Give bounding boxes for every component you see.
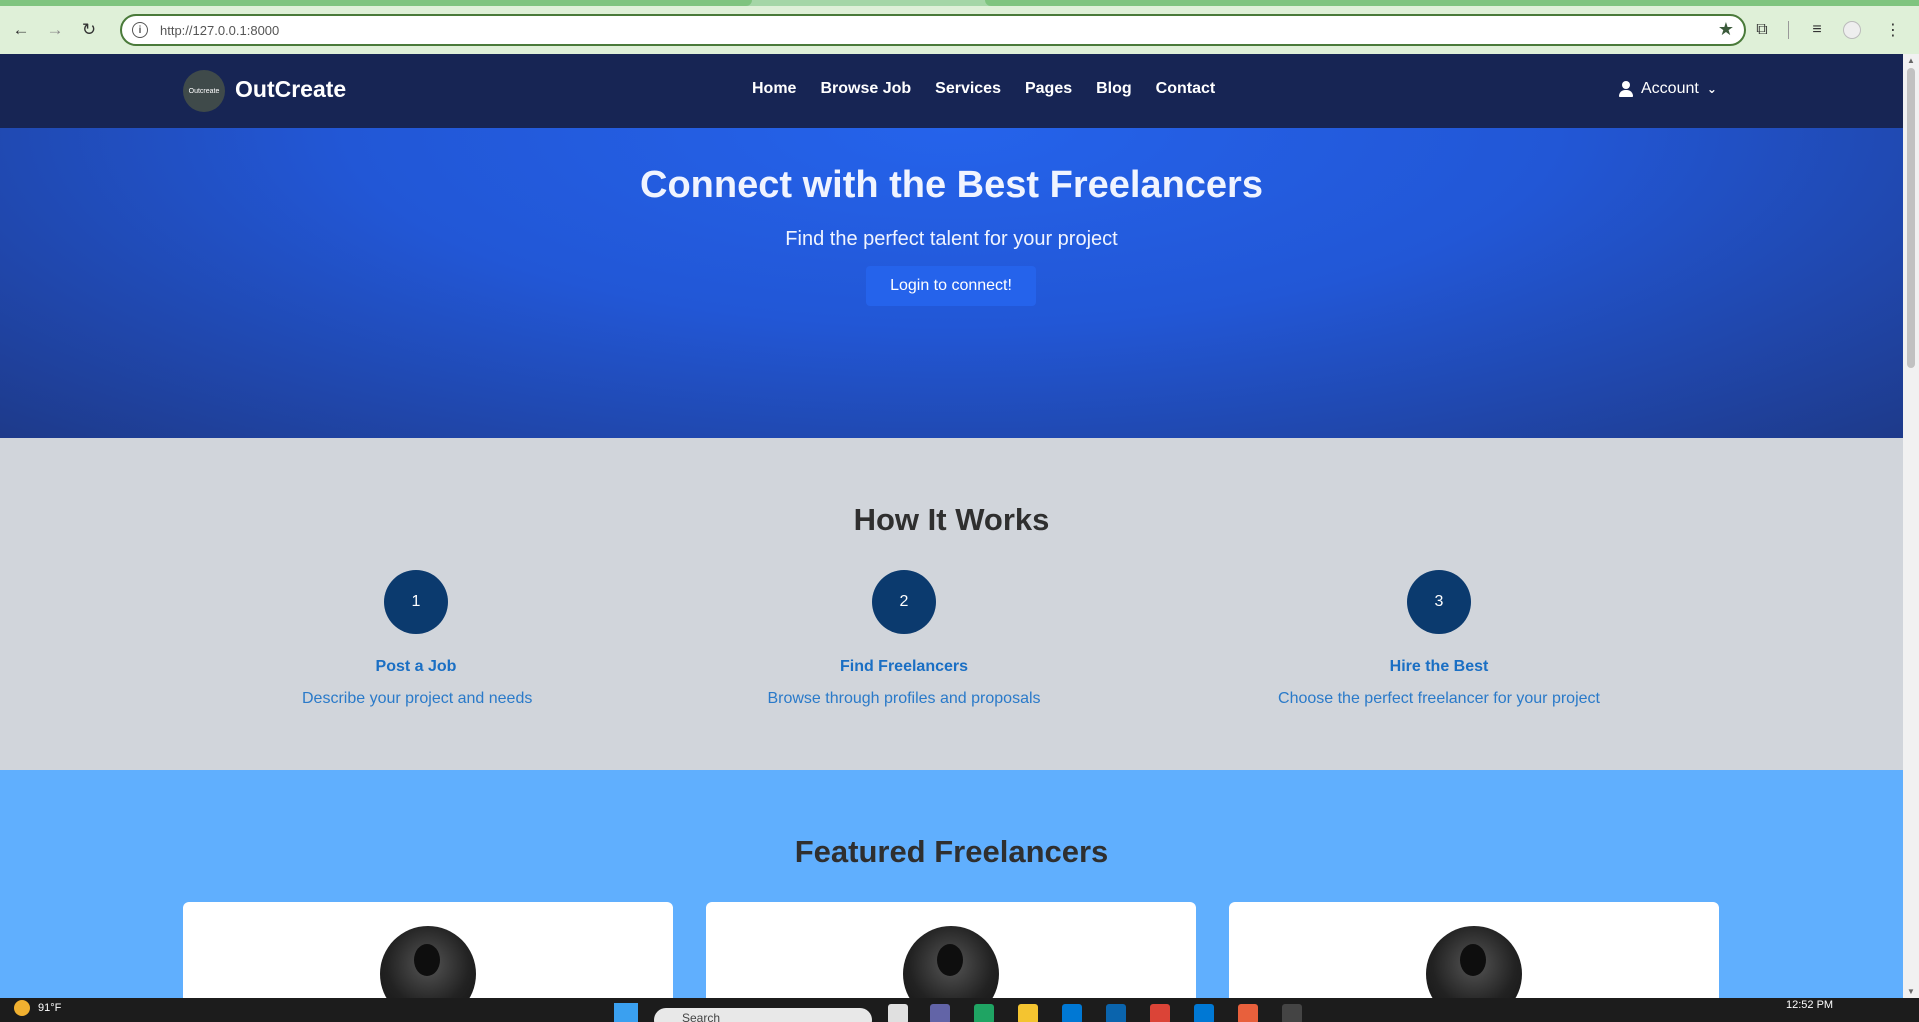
page-scrollbar[interactable]: ▲ ▼ (1903, 54, 1919, 998)
nav-home[interactable]: Home (752, 80, 796, 98)
step-number: 2 (872, 570, 936, 634)
step-description: Browse through profiles and proposals (767, 690, 1041, 707)
logo-text: Outcreate (188, 87, 220, 95)
browser-toolbar: ← → ↻ i http://127.0.0.1:8000 ★ ⧉ ≡ ⋮ (0, 6, 1919, 54)
step-description: Choose the perfect freelancer for your p… (1278, 690, 1600, 707)
step-title: Find Freelancers (839, 658, 969, 675)
chrome-icon[interactable] (1150, 1004, 1170, 1022)
how-it-works-section: How It Works 1 Post a Job Describe your … (0, 438, 1903, 770)
section-title: Featured Freelancers (794, 834, 1109, 869)
back-icon[interactable]: ← (8, 17, 34, 43)
site-info-icon[interactable]: i (132, 22, 148, 38)
extensions-icon[interactable]: ⧉ (1746, 14, 1778, 46)
address-bar[interactable]: i http://127.0.0.1:8000 ★ (120, 14, 1746, 46)
store-icon[interactable] (1062, 1004, 1082, 1022)
hero-subtitle: Find the perfect talent for your project (785, 228, 1118, 250)
vscode-icon[interactable] (1194, 1004, 1214, 1022)
forward-icon[interactable]: → (42, 17, 68, 43)
scroll-down-icon[interactable]: ▼ (1907, 987, 1915, 996)
nav-blog[interactable]: Blog (1096, 80, 1132, 98)
temperature: 91°F (38, 1002, 62, 1014)
chevron-down-icon: ⌄ (1706, 82, 1717, 96)
weather-widget[interactable]: 91°F (14, 1000, 61, 1016)
reload-icon[interactable]: ↻ (76, 17, 102, 43)
featured-freelancers-section: Featured Freelancers (0, 770, 1903, 1022)
nav-browse-job[interactable]: Browse Job (820, 80, 911, 98)
step-number: 3 (1407, 570, 1471, 634)
file-icon[interactable] (888, 1004, 908, 1022)
step-description: Describe your project and needs (302, 690, 533, 707)
windows-start-icon[interactable] (614, 1003, 638, 1022)
app-icon[interactable] (1238, 1004, 1258, 1022)
teams-icon[interactable] (930, 1004, 950, 1022)
brand-name[interactable]: OutCreate (235, 76, 346, 103)
user-icon (1619, 81, 1633, 97)
step-item: 1 Post a Job Describe your project and n… (302, 570, 533, 708)
toolbar-divider (1788, 21, 1789, 39)
nav-services[interactable]: Services (935, 80, 1001, 98)
nav-contact[interactable]: Contact (1156, 80, 1216, 98)
step-title: Post a Job (375, 658, 457, 675)
folder-icon[interactable] (1018, 1004, 1038, 1022)
profile-avatar[interactable] (1843, 21, 1861, 39)
main-nav: Home Browse Job Services Pages Blog Cont… (752, 80, 1239, 98)
step-item: 2 Find Freelancers Browse through profil… (758, 570, 1050, 708)
login-button[interactable]: Login to connect! (866, 266, 1036, 306)
step-number: 1 (384, 570, 448, 634)
os-taskbar: 91°F Search 12:52 PM (0, 998, 1919, 1022)
media-controls-icon[interactable]: ≡ (1801, 14, 1833, 46)
address-url[interactable]: http://127.0.0.1:8000 (160, 23, 279, 38)
toolbar-actions: ⧉ ≡ ⋮ (1746, 6, 1919, 54)
step-title: Hire the Best (1389, 658, 1489, 675)
taskbar-search[interactable]: Search (654, 1008, 872, 1022)
scrollbar-thumb[interactable] (1907, 68, 1915, 368)
site-logo[interactable]: Outcreate (183, 70, 225, 112)
account-dropdown[interactable]: Account ⌄ (1619, 80, 1717, 98)
account-label: Account (1641, 80, 1699, 97)
taskbar-clock[interactable]: 12:52 PM (1786, 999, 1833, 1011)
scroll-up-icon[interactable]: ▲ (1907, 56, 1915, 65)
hero-title: Connect with the Best Freelancers (640, 164, 1263, 206)
mail-icon[interactable] (1106, 1004, 1126, 1022)
hero-section: Connect with the Best Freelancers Find t… (0, 128, 1903, 438)
star-icon[interactable]: ★ (1718, 19, 1734, 40)
edge-icon[interactable] (974, 1004, 994, 1022)
weather-icon (14, 1000, 30, 1016)
menu-icon[interactable]: ⋮ (1877, 14, 1909, 46)
site-navbar: Outcreate OutCreate Home Browse Job Serv… (0, 54, 1903, 128)
terminal-icon[interactable] (1282, 1004, 1302, 1022)
section-title: How It Works (853, 502, 1050, 537)
step-item: 3 Hire the Best Choose the perfect freel… (1272, 570, 1606, 708)
nav-pages[interactable]: Pages (1025, 80, 1072, 98)
